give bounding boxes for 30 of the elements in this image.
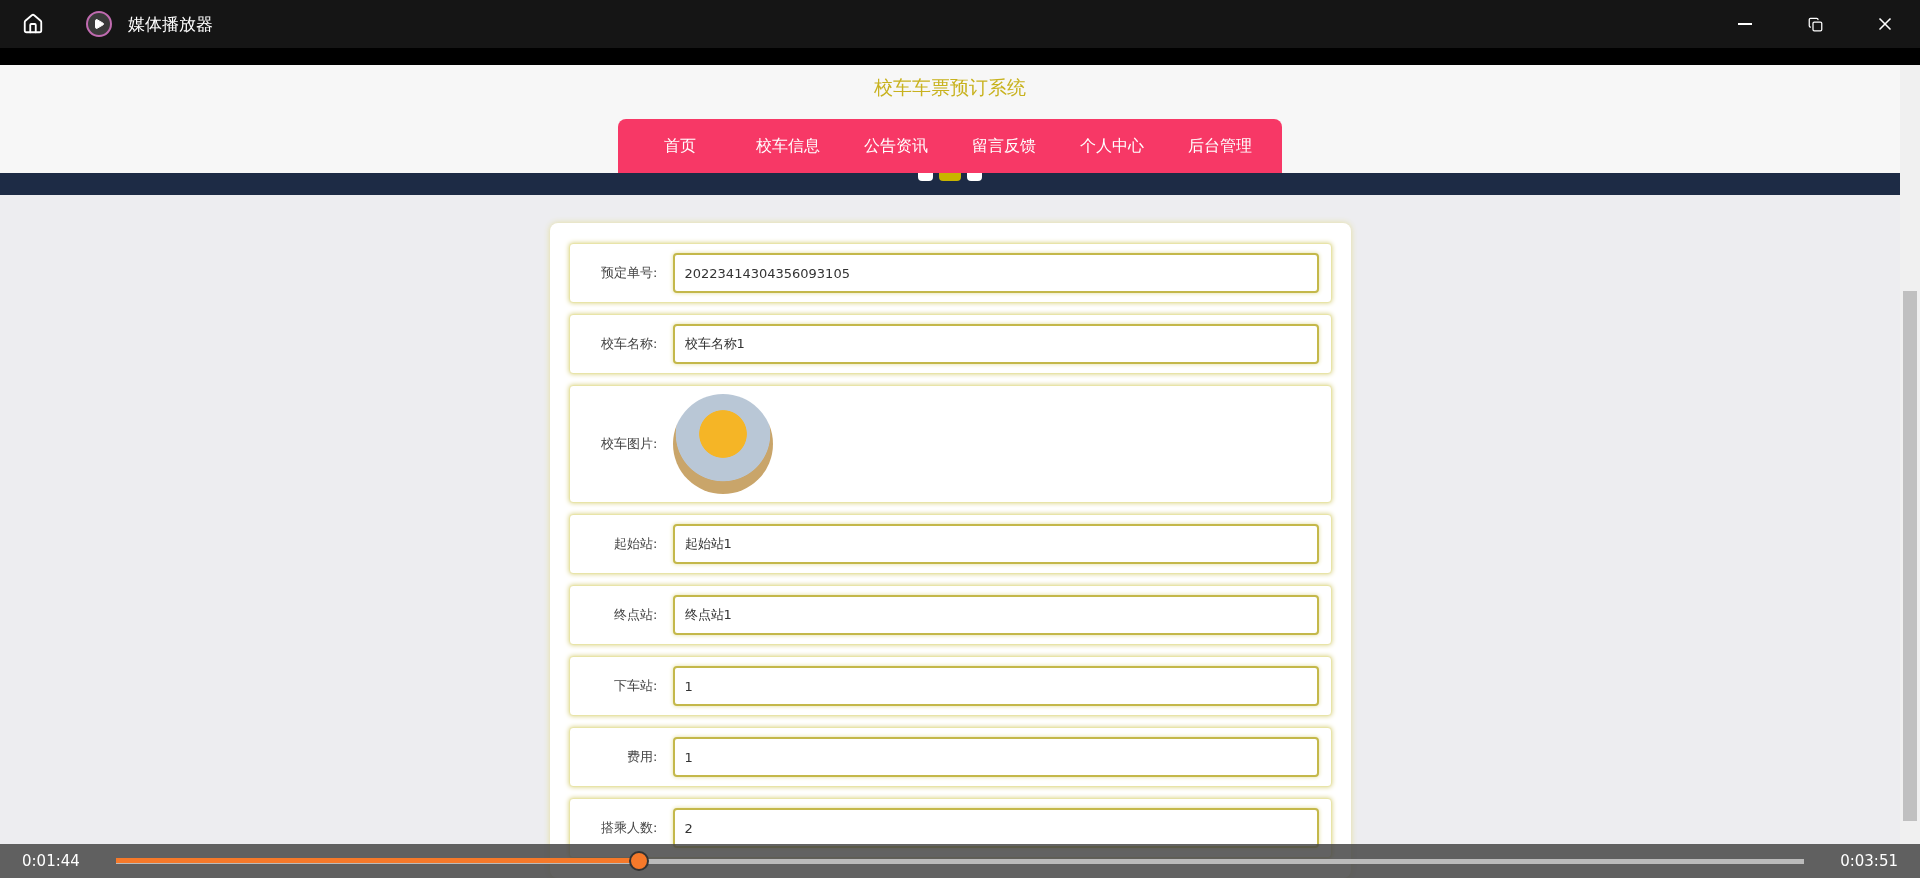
nav-link[interactable]: 个人中心 xyxy=(1058,119,1166,174)
field-label: 校车名称: xyxy=(600,335,658,353)
field-label: 费用: xyxy=(626,748,658,766)
site-title: 校车车票预订系统 xyxy=(874,75,1026,100)
nav-link[interactable]: 留言反馈 xyxy=(950,119,1058,174)
nav-link[interactable]: 公告资讯 xyxy=(842,119,950,174)
field-label: 校车图片: xyxy=(600,435,658,453)
nav-link[interactable]: 首页 xyxy=(626,119,734,174)
text-field[interactable]: 终点站1 xyxy=(672,595,1319,635)
field-label: 下车站: xyxy=(613,677,658,695)
restore-icon xyxy=(1807,16,1823,32)
text-field[interactable]: 20223414304356093105 xyxy=(672,253,1319,293)
scroll-thumb[interactable] xyxy=(1903,291,1917,821)
play-logo-icon xyxy=(86,11,112,37)
nav-link[interactable]: 后台管理 xyxy=(1166,119,1274,174)
text-field[interactable]: 1 xyxy=(672,666,1319,706)
nav-link[interactable]: 校车信息 xyxy=(734,119,842,174)
text-field[interactable]: 1 xyxy=(672,737,1319,777)
text-field[interactable]: 校车名称1 xyxy=(672,324,1319,364)
field-label: 终点站: xyxy=(613,606,658,624)
text-field[interactable]: 起始站1 xyxy=(672,524,1319,564)
field-label: 起始站: xyxy=(613,535,658,553)
field-label: 预定单号: xyxy=(600,264,658,282)
window-title: 媒体播放器 xyxy=(128,12,213,36)
total-time: 0:03:51 xyxy=(1840,852,1898,870)
progress-handle[interactable] xyxy=(629,851,650,871)
minimize-icon xyxy=(1738,23,1752,25)
elapsed-time: 0:01:44 xyxy=(22,852,80,870)
home-icon[interactable] xyxy=(22,13,44,35)
field-label: 搭乘人数: xyxy=(600,819,658,837)
